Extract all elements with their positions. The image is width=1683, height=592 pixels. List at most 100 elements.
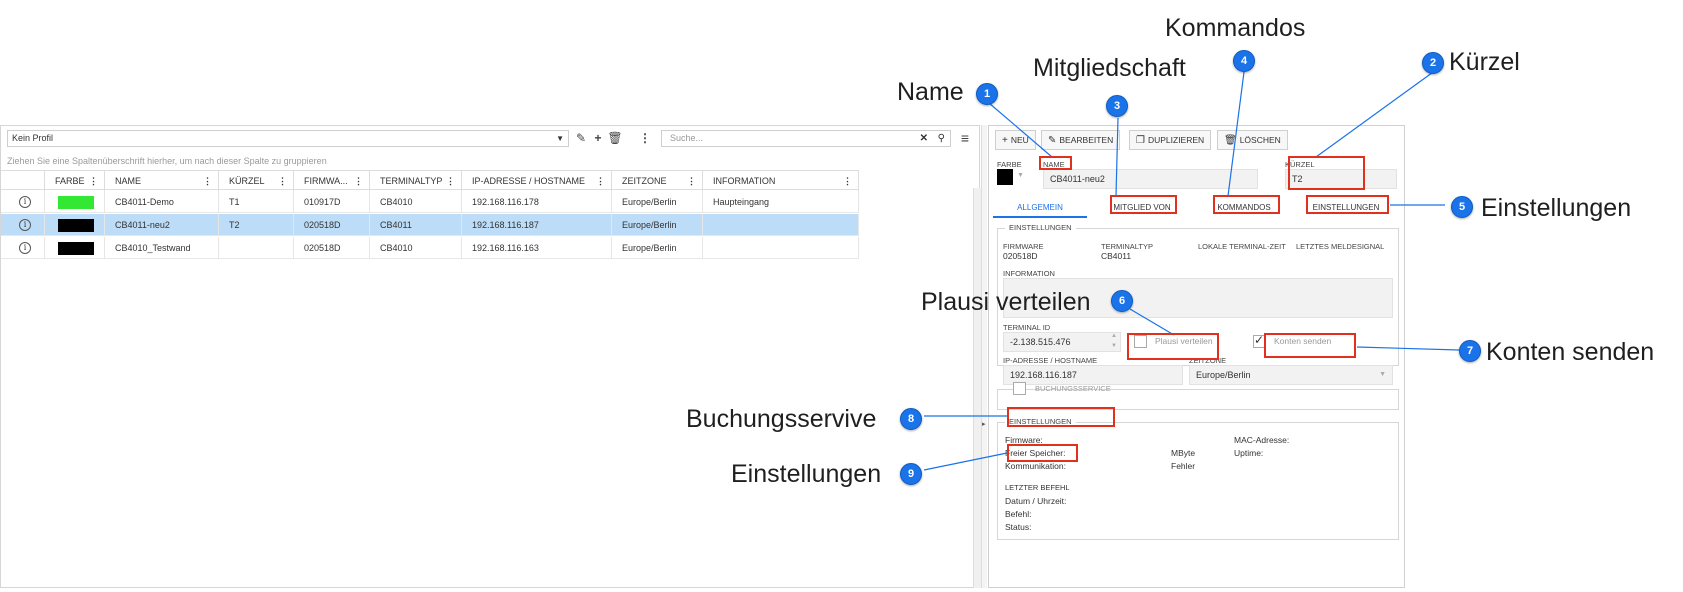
table-row-selected[interactable]: i CB4011-neu2 T2 020518D CB4011 192.168.… <box>1 214 859 236</box>
callout-badge: 2 <box>1422 52 1444 74</box>
zeitzone-value: Europe/Berlin <box>1196 370 1251 380</box>
column-header-farbe[interactable]: FARBE ⋮ <box>45 171 105 191</box>
column-menu-icon[interactable]: ⋮ <box>596 171 605 191</box>
column-header-firmware[interactable]: FIRMWA... ⋮ <box>294 171 370 191</box>
header-label: INFORMATION <box>713 176 776 186</box>
status-letzter-befehl: LETZTER BEFEHL <box>1005 483 1070 492</box>
table-row[interactable]: i CB4010_Testwand 020518D CB4010 192.168… <box>1 237 859 259</box>
zeitzone-cell: Europe/Berlin <box>612 237 703 259</box>
profile-select[interactable]: Kein Profil ▼ <box>7 130 569 147</box>
status-uptime: Uptime: <box>1234 448 1264 458</box>
column-menu-icon[interactable]: ⋮ <box>637 130 653 147</box>
status-fehler: Fehler <box>1171 461 1196 471</box>
color-swatch[interactable] <box>997 169 1013 185</box>
info-icon[interactable]: i <box>19 219 31 231</box>
pencil-icon[interactable]: ✎ <box>573 130 589 147</box>
trash-icon[interactable]: 🗑 <box>607 130 623 147</box>
ip-field[interactable]: 192.168.116.187 <box>1003 365 1183 385</box>
header-label: FIRMWA... <box>304 176 348 186</box>
info-cell: i <box>1 214 45 236</box>
callout-badge: 7 <box>1459 340 1481 362</box>
info-icon[interactable]: i <box>19 242 31 254</box>
search-icon[interactable]: ⚲ <box>938 131 945 146</box>
chevron-down-icon[interactable]: ▼ <box>1017 172 1024 179</box>
header-label: NAME <box>115 176 142 186</box>
column-menu-icon[interactable]: ⋮ <box>843 171 852 191</box>
terminaltyp-cell: CB4011 <box>370 214 462 236</box>
terminal-id-field[interactable]: -2.138.515.476 ▲ ▼ <box>1003 332 1121 352</box>
name-cell: CB4010_Testwand <box>105 237 219 259</box>
kuerzel-cell <box>219 237 294 259</box>
column-header-ip[interactable]: IP-ADRESSE / HOSTNAME ⋮ <box>462 171 612 191</box>
callout-label: Einstellungen <box>731 460 882 488</box>
kuerzel-cell: T1 <box>219 191 294 213</box>
color-cell <box>45 237 105 259</box>
column-header-terminaltyp[interactable]: TERMINALTYP ⋮ <box>370 171 462 191</box>
highlight-mitglied <box>1110 195 1177 214</box>
column-header-zeitzone[interactable]: ZEITZONE ⋮ <box>612 171 703 191</box>
spinner-icon[interactable]: ▲ ▼ <box>1111 331 1117 351</box>
search-input[interactable]: Suche... ✕ ⚲ <box>661 130 951 147</box>
column-menu-icon[interactable]: ⋮ <box>687 171 696 191</box>
vertical-scrollbar[interactable] <box>973 188 981 588</box>
terminaltyp-label: TERMINALTYP <box>1101 242 1153 251</box>
delete-button[interactable]: 🗑 LÖSCHEN <box>1217 130 1288 150</box>
header-label: TERMINALTYP <box>380 176 443 186</box>
column-menu-icon[interactable]: ⋮ <box>278 171 287 191</box>
column-header-name[interactable]: NAME ⋮ <box>105 171 219 191</box>
terminal-list-panel: Kein Profil ▼ ✎ + 🗑 ⋮ Suche... ✕ ⚲ ≡ Zie… <box>0 125 981 588</box>
plus-icon[interactable]: + <box>590 130 606 147</box>
firmware-cell: 020518D <box>294 237 370 259</box>
header-label: ZEITZONE <box>622 176 667 186</box>
color-swatch <box>58 242 94 255</box>
callout-label: Konten senden <box>1486 338 1655 366</box>
callout-badge: 4 <box>1233 50 1255 72</box>
column-menu-icon[interactable]: ⋮ <box>203 171 212 191</box>
callout-label: Kürzel <box>1449 48 1520 76</box>
info-icon[interactable]: i <box>19 196 31 208</box>
new-button[interactable]: + NEU <box>995 130 1036 150</box>
zeitzone-select[interactable]: Europe/Berlin ▼ <box>1189 365 1393 385</box>
column-header-kuerzel[interactable]: KÜRZEL ⋮ <box>219 171 294 191</box>
name-field[interactable]: CB4011-neu2 <box>1043 169 1258 189</box>
plus-icon: + <box>1002 135 1008 146</box>
name-cell: CB4011-Demo <box>105 191 219 213</box>
trash-icon: 🗑 <box>1224 135 1237 146</box>
buchungsservice-checkbox[interactable] <box>1013 382 1026 395</box>
ip-cell: 192.168.116.163 <box>462 237 612 259</box>
column-menu-icon[interactable]: ⋮ <box>89 171 98 191</box>
panel-splitter[interactable] <box>981 125 987 588</box>
group-hint: Ziehen Sie eine Spaltenüberschrift hierh… <box>7 156 327 166</box>
status-mbyte: MByte <box>1171 448 1196 458</box>
column-header-information[interactable]: INFORMATION ⋮ <box>703 171 859 191</box>
color-swatch <box>58 219 94 232</box>
edit-button[interactable]: ✎ BEARBEITEN <box>1041 130 1121 150</box>
status-kommunikation: Kommunikation: <box>1005 461 1066 471</box>
callout-badge: 6 <box>1111 290 1133 312</box>
information-cell <box>703 214 859 236</box>
info-cell: i <box>1 191 45 213</box>
highlight-kuerzel <box>1288 156 1365 190</box>
name-cell: CB4011-neu2 <box>105 214 219 236</box>
splitter-arrow-icon[interactable]: ▸ <box>982 420 986 428</box>
clear-icon[interactable]: ✕ <box>920 131 928 146</box>
tab-allgemein[interactable]: ALLGEMEIN <box>993 198 1087 218</box>
terminal-id-label: TERMINAL ID <box>1003 323 1051 332</box>
duplicate-button[interactable]: ❐ DUPLIZIEREN <box>1129 130 1212 150</box>
column-menu-icon[interactable]: ⋮ <box>446 171 455 191</box>
buchungsservice-label: BUCHUNGSSERVICE <box>1035 384 1111 393</box>
lokale-zeit-label: LOKALE TERMINAL-ZEIT <box>1198 242 1286 251</box>
firmware-label: FIRMWARE <box>1003 242 1044 251</box>
zeitzone-cell: Europe/Berlin <box>612 214 703 236</box>
ip-label: IP-ADRESSE / HOSTNAME <box>1003 356 1098 365</box>
callout-label: Mitgliedschaft <box>1033 54 1186 82</box>
table-row[interactable]: i CB4011-Demo T1 010917D CB4010 192.168.… <box>1 191 859 213</box>
ip-cell: 192.168.116.187 <box>462 214 612 236</box>
column-menu-icon[interactable]: ⋮ <box>354 171 363 191</box>
terminaltyp-value: CB4011 <box>1101 251 1132 261</box>
information-label: INFORMATION <box>1003 269 1055 278</box>
hamburger-menu-icon[interactable]: ≡ <box>957 130 973 147</box>
chevron-down-icon: ▼ <box>556 134 564 143</box>
callout-badge: 3 <box>1106 95 1128 117</box>
button-label: NEU <box>1010 135 1029 145</box>
